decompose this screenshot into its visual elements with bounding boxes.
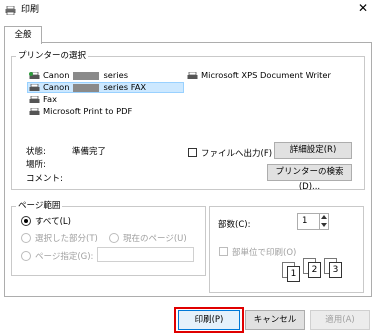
printer-item-xps[interactable]: Microsoft XPS Document Writer <box>187 70 331 81</box>
page-sheet: 3 <box>329 262 342 278</box>
detail-settings-button[interactable]: 詳細設定(R) <box>274 142 352 159</box>
print-button[interactable]: 印刷(P) <box>178 310 240 330</box>
cancel-button[interactable]: キャンセル <box>245 310 305 330</box>
page-range-selection-label[interactable]: 選択した部分(T) <box>35 232 98 244</box>
printer-list[interactable]: Canon series Canon series FAX Fax Micros… <box>27 70 357 120</box>
chevron-down-icon[interactable] <box>321 223 327 227</box>
printer-icon <box>29 107 40 115</box>
printer-name: Microsoft Print to PDF <box>43 106 133 116</box>
copies-value: 1 <box>302 216 308 226</box>
copies-spin-divider <box>319 214 320 229</box>
window-title: 印刷 <box>21 5 40 15</box>
status-label: 状態: <box>26 147 46 157</box>
collate-illustration: 1 2 3 <box>280 258 350 282</box>
status-value: 準備完了 <box>72 147 107 157</box>
page-range-pages-label[interactable]: ページ指定(G): <box>35 250 93 262</box>
page-range-legend: ページ範囲 <box>16 201 63 211</box>
comment-label: コメント: <box>26 174 63 184</box>
file-output-label[interactable]: ファイルへ出力(F) <box>201 147 272 159</box>
default-printer-icon <box>29 71 40 79</box>
printer-select-legend: プリンターの選択 <box>16 51 89 61</box>
tab-general-label: 全般 <box>14 30 32 40</box>
collate-checkbox[interactable] <box>219 247 228 256</box>
find-printer-button[interactable]: プリンターの検索(D)... <box>267 164 352 192</box>
page-range-selection-radio[interactable] <box>21 233 31 243</box>
collate-label[interactable]: 部単位で印刷(O) <box>232 246 296 258</box>
chevron-up-icon[interactable] <box>321 215 327 219</box>
printer-item-canon[interactable]: Canon series <box>29 70 128 81</box>
printer-name: Fax <box>43 94 58 104</box>
printer-name-suffix: series <box>103 70 129 80</box>
close-icon[interactable]: ✕ <box>355 1 371 15</box>
page-range-all-label[interactable]: すべて(L) <box>35 215 71 227</box>
printer-name: Microsoft XPS Document Writer <box>201 70 331 80</box>
printer-name: Canon <box>43 82 70 92</box>
printer-name-suffix: series FAX <box>103 82 147 92</box>
redacted-model-block <box>73 71 100 80</box>
page-sheet: 2 <box>308 262 321 278</box>
printer-name: Canon <box>43 70 70 80</box>
apply-button[interactable]: 適用(A) <box>310 310 370 330</box>
page-range-current-label[interactable]: 現在のページ(U) <box>123 232 187 244</box>
fax-icon <box>29 95 40 103</box>
page-range-all-radio[interactable] <box>21 216 31 226</box>
file-output-checkbox[interactable] <box>188 148 197 157</box>
page-range-pages-input[interactable] <box>97 247 194 262</box>
fax-printer-icon <box>29 83 40 91</box>
page-range-pages-radio[interactable] <box>21 251 31 261</box>
tab-general[interactable]: 全般 <box>4 26 42 44</box>
redacted-model-block <box>73 83 100 92</box>
printer-window-icon <box>5 6 16 15</box>
printer-item-canon-fax[interactable]: Canon series FAX <box>29 82 146 93</box>
copies-label: 部数(C): <box>218 220 251 230</box>
location-label: 場所: <box>26 160 46 170</box>
printer-item-fax[interactable]: Fax <box>29 94 57 105</box>
printer-item-pdf[interactable]: Microsoft Print to PDF <box>29 106 132 117</box>
page-range-current-radio[interactable] <box>109 233 119 243</box>
printer-icon <box>187 71 198 79</box>
copies-input[interactable]: 1 <box>297 213 329 230</box>
page-sheet: 1 <box>287 266 300 282</box>
